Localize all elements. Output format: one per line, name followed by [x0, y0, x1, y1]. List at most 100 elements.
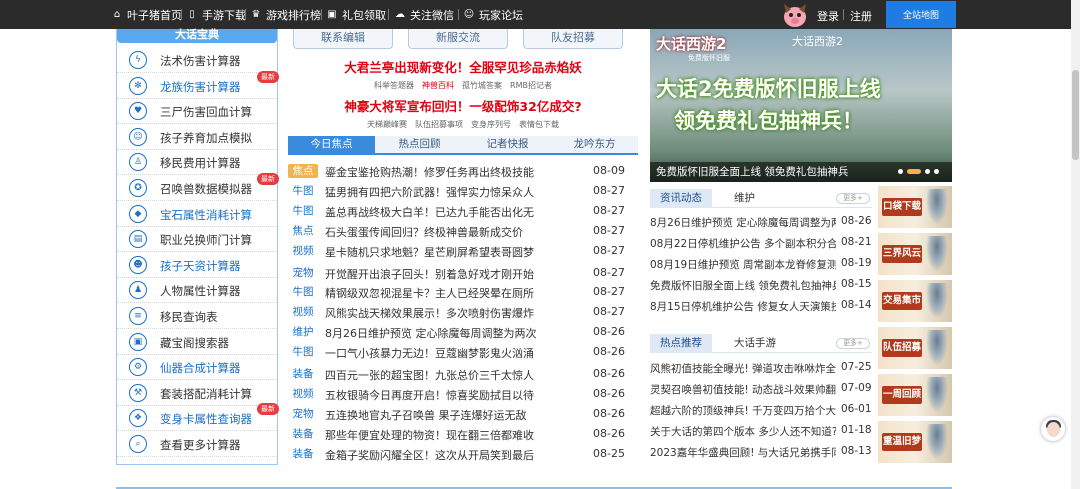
news-row[interactable]: 宠物 开觉醒开出浪子回头！别着急好戏才刚开始 08-27	[288, 264, 638, 282]
list-item-title[interactable]: 8月15日停机维护公告 修复女人天演策技能	[650, 299, 836, 314]
tab-news-dynamics[interactable]: 资讯动态	[650, 189, 712, 208]
news-row[interactable]: 装备 那些年便宜处理的物资！现在翻三倍都难收 08-26	[288, 425, 638, 443]
sidebar-item[interactable]: ▤ 职业兑换师门计算	[117, 226, 277, 253]
news-row[interactable]: 牛图 精钢级双忽视混星卡？主人已经哭晕在厕所 08-27	[288, 283, 638, 301]
news-tag[interactable]: 装备	[288, 367, 318, 381]
news-row[interactable]: 装备 四百元一张的超宝图！九张总价三千太惊人 08-26	[288, 365, 638, 383]
news-title[interactable]: 四百元一张的超宝图！九张总价三千太惊人	[325, 367, 575, 383]
news-tag[interactable]: 装备	[288, 427, 318, 441]
news-tag[interactable]: 装备	[288, 447, 318, 461]
news-tag[interactable]: 焦点	[288, 164, 318, 178]
feature-thumbnail[interactable]: 交易集市	[878, 280, 952, 322]
sublink[interactable]: 神兽百科	[422, 81, 454, 90]
list-item[interactable]: 超越六阶的顶级神兵! 千万变四万拾个大圈 06-01	[650, 401, 872, 419]
news-tag[interactable]: 视频	[288, 305, 318, 319]
customer-service-avatar[interactable]	[1040, 416, 1066, 442]
list-item-title[interactable]: 8月26日维护预览 定心除魔每周调整为两次	[650, 215, 836, 230]
nav-mobile-download[interactable]: ▯ 手游下载	[186, 0, 246, 29]
sidebar-item[interactable]: ☺ 孩子养育加点模拟	[117, 124, 277, 150]
news-title[interactable]: 8月26日维护预览 定心除魔每周调整为两次	[325, 325, 575, 341]
list-item[interactable]: 风熊初值技能全曝光! 弹道攻击咻咻炸全场 07-25	[650, 359, 872, 377]
news-title[interactable]: 金箱子奖励闪耀全区！这次从开局笑到最后	[325, 447, 575, 463]
nav-game-ranking[interactable]: ♛ 游戏排行榜	[250, 0, 321, 29]
tab-maintenance[interactable]: 维护	[734, 189, 755, 208]
news-tag[interactable]: 牛图	[288, 204, 318, 218]
nav-wechat[interactable]: ☁ 关注微信	[394, 0, 454, 29]
news-tag[interactable]: 视频	[288, 387, 318, 401]
contact-editor-button[interactable]: 联系编辑	[293, 29, 393, 49]
nav-gift-pack[interactable]: ▣ 礼包领取	[326, 0, 386, 29]
list-item[interactable]: 免费版怀旧服全面上线 领免费礼包抽神兵 08-15	[650, 276, 872, 294]
sidebar-item[interactable]: ⚒ 套装搭配消耗计算	[117, 380, 277, 406]
sublink[interactable]: 科举答题器	[374, 81, 414, 90]
list-item[interactable]: 关于大话的第四个版本 多少人还不知道? 01-18	[650, 422, 872, 440]
sidebar-item[interactable]: ≡ 移民查询表	[117, 303, 277, 329]
list-item[interactable]: 2023嘉年华盛典回顾! 与大话兄弟携手同行 08-13	[650, 443, 872, 461]
news-title[interactable]: 一口气小孩暴力无边！豆蔻幽梦影鬼火汹涌	[325, 345, 575, 361]
news-title[interactable]: 风熊实战天梯效果展示！多次喷射伤害爆炸	[325, 305, 575, 321]
sublink[interactable]: 表情包下载	[519, 120, 559, 129]
news-row[interactable]: 视频 五枚银骑今日再度开启！惊喜奖励拭目以待 08-26	[288, 385, 638, 403]
feature-thumbnail[interactable]: 队伍招募	[878, 327, 952, 369]
news-row[interactable]: 焦点 鎏金宝鉴抢购热潮！修罗任务再出终极技能 08-09	[288, 162, 638, 180]
news-title[interactable]: 五枚银骑今日再度开启！惊喜奖励拭目以待	[325, 387, 575, 403]
news-title[interactable]: 鎏金宝鉴抢购热潮！修罗任务再出终极技能	[325, 164, 575, 180]
promo-banner[interactable]: 大话西游2 免费版怀旧服 大话西游2 大话2免费版怀旧服上线 领免费礼包抽神兵！…	[650, 29, 952, 182]
list-item-title[interactable]: 08月22日停机维护公告 多个副本积分合并	[650, 236, 836, 251]
sidebar-item[interactable]: ⌕ 查看更多计算器	[117, 431, 277, 457]
list-item-title[interactable]: 08月19日维护预览 周常副本龙脊修复测试	[650, 257, 836, 272]
news-title[interactable]: 石头蛋蛋传闻回归？终极神兽最新成交价	[325, 224, 575, 240]
list-item-title[interactable]: 灵契召唤兽初值技能! 动态战斗效果帅翻天	[650, 382, 836, 397]
new-server-button[interactable]: 新服交流	[408, 29, 508, 49]
tab-today-focus[interactable]: 今日焦点	[288, 136, 375, 153]
list-item-title[interactable]: 关于大话的第四个版本 多少人还不知道?	[650, 424, 836, 439]
news-row[interactable]: 焦点 石头蛋蛋传闻回归？终极神兽最新成交价 08-27	[288, 222, 638, 240]
tab-longyin-dongfang[interactable]: 龙吟东方	[551, 136, 638, 153]
sidebar-item[interactable]: ⚙ 仙器合成计算器	[117, 354, 277, 381]
sublink[interactable]: RMB招记者	[510, 81, 552, 90]
sublink[interactable]: 变身序列号	[471, 120, 511, 129]
sitemap-button[interactable]: 全站地图	[886, 1, 956, 28]
news-title[interactable]: 那些年便宜处理的物资！现在翻三倍都难收	[325, 427, 575, 443]
news-title[interactable]: 五连换地官丸子召唤兽 果子连爆好运无敌	[325, 407, 575, 423]
sidebar-item[interactable]: ✻ 龙族伤害计算器 最新	[117, 70, 279, 99]
carousel-dot[interactable]	[907, 169, 921, 174]
sidebar-item[interactable]: ♟ 人物属性计算器	[117, 277, 277, 304]
carousel-dot[interactable]	[925, 169, 930, 174]
pig-mascot-logo[interactable]	[780, 0, 810, 29]
news-tag[interactable]: 牛图	[288, 285, 318, 299]
sidebar-item[interactable]: ♥ 三尸伤害回血计算	[117, 98, 277, 125]
sidebar-item[interactable]: ▣ 藏宝阁搜索器	[117, 329, 277, 355]
nav-home[interactable]: ⌂ 叶子猪首页	[111, 0, 182, 29]
news-tag[interactable]: 视频	[288, 244, 318, 258]
news-tag[interactable]: 维护	[288, 325, 318, 339]
news-row[interactable]: 牛图 一口气小孩暴力无边！豆蔻幽梦影鬼火汹涌 08-26	[288, 343, 638, 361]
news-title[interactable]: 盖总再战终极大白羊！已达九手能否出化无	[325, 204, 575, 220]
list-item[interactable]: 8月26日维护预览 定心除魔每周调整为两次 08-26	[650, 213, 872, 231]
news-row[interactable]: 视频 风熊实战天梯效果展示！多次喷射伤害爆炸 08-27	[288, 303, 638, 321]
news-row[interactable]: 牛图 猛男拥有四把六阶武器！强悍实力惊呆众人 08-27	[288, 182, 638, 200]
news-tag[interactable]: 宠物	[288, 407, 318, 421]
feature-thumbnail[interactable]: 重温旧梦	[878, 421, 952, 463]
sidebar-item[interactable]: ❖ 变身卡属性查询器 最新	[117, 403, 279, 432]
news-title[interactable]: 开觉醒开出浪子回头！别着急好戏才刚开始	[325, 266, 575, 282]
tab-hot-recommend[interactable]: 热点推荐	[650, 334, 712, 353]
headline-2[interactable]: 神豪大将军宣布回归！一级配饰32亿成交?	[288, 96, 638, 115]
more-button[interactable]: 更多+	[836, 193, 870, 204]
news-row[interactable]: 牛图 盖总再战终极大白羊！已达九手能否出化无 08-27	[288, 202, 638, 220]
news-tag[interactable]: 宠物	[288, 266, 318, 280]
sidebar-item[interactable]: ☻ 孩子天资计算器	[117, 252, 277, 278]
news-title[interactable]: 猛男拥有四把六阶武器！强悍实力惊呆众人	[325, 184, 575, 200]
feature-thumbnail[interactable]: 口袋下载	[878, 186, 952, 228]
list-item[interactable]: 08月22日停机维护公告 多个副本积分合并 08-21	[650, 234, 872, 252]
login-link[interactable]: 登录	[817, 8, 839, 24]
news-row[interactable]: 视频 星卡随机只求地魁？星芒刷屏希望表哥圆梦 08-27	[288, 242, 638, 260]
news-tag[interactable]: 牛图	[288, 184, 318, 198]
news-title[interactable]: 星卡随机只求地魁？星芒刷屏希望表哥圆梦	[325, 244, 575, 260]
nav-forum[interactable]: ☺ 玩家论坛	[463, 0, 523, 29]
sublink[interactable]: 孤竹城答案	[462, 81, 502, 90]
sidebar-item[interactable]: ◆ 宝石属性消耗计算	[117, 201, 277, 227]
sublink[interactable]: 队伍招募事项	[415, 120, 463, 129]
news-tag[interactable]: 焦点	[288, 224, 318, 238]
carousel-dot[interactable]	[934, 169, 939, 174]
